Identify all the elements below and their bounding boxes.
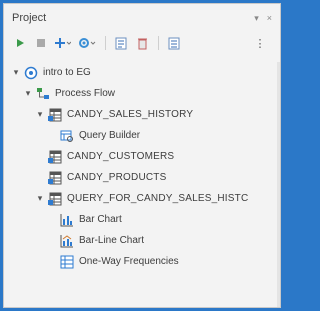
bar-line-chart-icon <box>60 234 74 248</box>
frequencies-icon <box>60 255 74 269</box>
tree-item-candy-sales-history[interactable]: ▾ CANDY_SALES_HISTORY <box>4 104 280 125</box>
project-panel: Project ▾ × ⋮ ▾ intro to EG ▾ Process Fl… <box>3 3 281 308</box>
run-icon[interactable] <box>13 34 27 52</box>
more-icon[interactable]: ⋮ <box>253 34 267 52</box>
delete-icon[interactable] <box>135 34 149 52</box>
table-icon <box>48 171 62 185</box>
query-builder-icon <box>60 129 74 143</box>
panel-toolbar: ⋮ <box>4 32 280 54</box>
tree-item-query-builder[interactable]: Query Builder <box>4 125 280 146</box>
process-flow-icon <box>36 87 50 101</box>
tree-item-label: CANDY_CUSTOMERS <box>67 151 175 162</box>
properties-icon[interactable] <box>167 34 181 52</box>
tree-item-label: Bar-Line Chart <box>79 235 145 246</box>
stop-icon[interactable] <box>34 34 48 52</box>
table-icon <box>48 192 62 206</box>
tree-item-project[interactable]: ▾ intro to EG <box>4 62 280 83</box>
tree-item-label: Process Flow <box>55 88 116 99</box>
tree-item-label: CANDY_PRODUCTS <box>67 172 167 183</box>
chevron-down-icon[interactable]: ▾ <box>34 193 46 204</box>
tree-item-process-flow[interactable]: ▾ Process Flow <box>4 83 280 104</box>
tree-item-label: intro to EG <box>43 67 91 78</box>
pin-icon[interactable]: ▾ <box>254 13 259 24</box>
tree-item-bar-chart[interactable]: Bar Chart <box>4 209 280 230</box>
tree-item-label: Query Builder <box>79 130 141 141</box>
chevron-down-icon[interactable]: ▾ <box>22 88 34 99</box>
tools-icon[interactable] <box>78 34 96 52</box>
vertical-scrollbar[interactable] <box>277 62 280 307</box>
project-icon <box>24 66 38 80</box>
tree-item-query-for-candy-sales-history[interactable]: ▾ QUERY_FOR_CANDY_SALES_HISTC <box>4 188 280 209</box>
table-icon <box>48 108 62 122</box>
chevron-down-icon[interactable]: ▾ <box>10 67 22 78</box>
close-icon[interactable]: × <box>267 13 272 23</box>
tree-item-candy-products[interactable]: CANDY_PRODUCTS <box>4 167 280 188</box>
toolbar-separator <box>158 36 159 50</box>
bar-chart-icon <box>60 213 74 227</box>
panel-titlebar: Project ▾ × <box>4 4 280 32</box>
toolbar-separator <box>105 36 106 50</box>
project-tree: ▾ intro to EG ▾ Process Flow ▾ CANDY_SAL… <box>4 62 280 272</box>
schedule-icon[interactable] <box>114 34 128 52</box>
tree-item-label: One-Way Frequencies <box>79 256 179 267</box>
tree-item-candy-customers[interactable]: CANDY_CUSTOMERS <box>4 146 280 167</box>
add-icon[interactable] <box>55 34 71 52</box>
chevron-down-icon[interactable]: ▾ <box>34 109 46 120</box>
tree-item-label: QUERY_FOR_CANDY_SALES_HISTC <box>67 193 249 204</box>
tree-item-bar-line-chart[interactable]: Bar-Line Chart <box>4 230 280 251</box>
panel-title: Project <box>12 12 47 24</box>
tree-item-label: Bar Chart <box>79 214 122 225</box>
tree-item-one-way-frequencies[interactable]: One-Way Frequencies <box>4 251 280 272</box>
table-icon <box>48 150 62 164</box>
tree-item-label: CANDY_SALES_HISTORY <box>67 109 194 120</box>
